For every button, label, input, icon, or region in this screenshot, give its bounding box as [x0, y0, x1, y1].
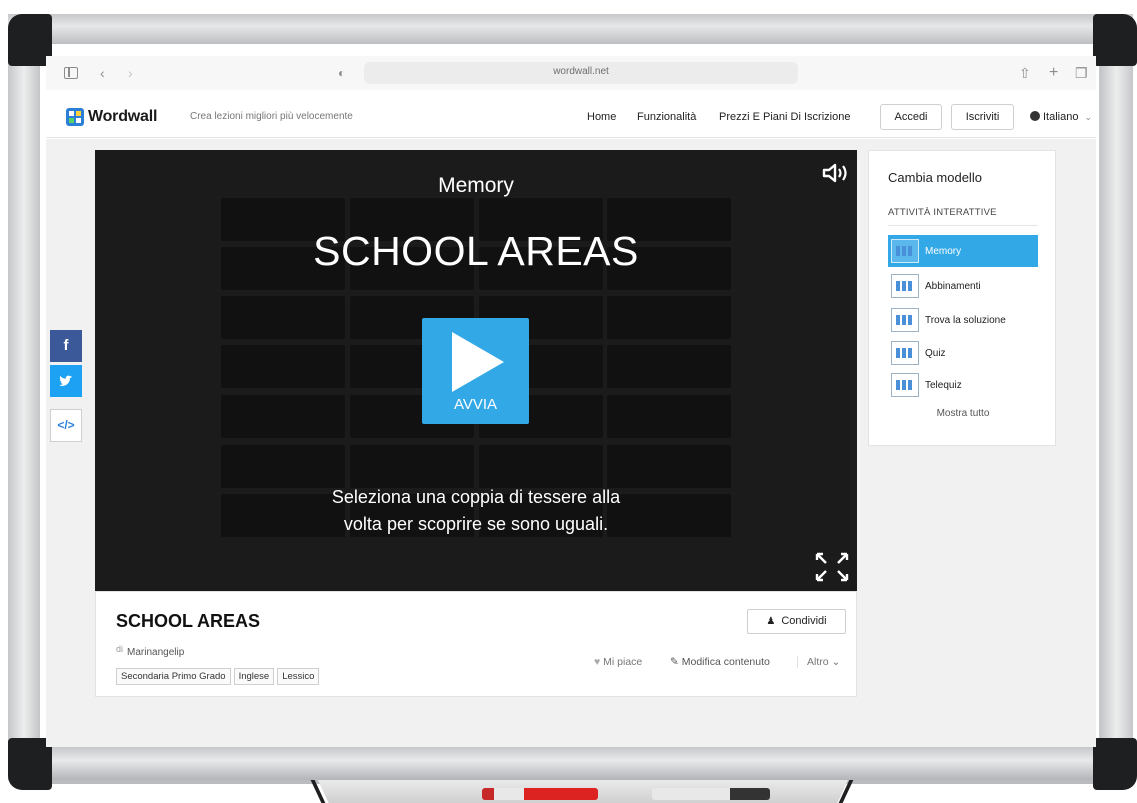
- find-match-template-icon: [891, 308, 919, 332]
- url-text: wordwall.net: [553, 66, 609, 77]
- activity-title: SCHOOL AREAS: [116, 611, 261, 631]
- author-link[interactable]: Marinangelip: [127, 647, 184, 658]
- frame-rail-right: [1100, 40, 1133, 746]
- tag-level[interactable]: Secondaria Primo Grado: [116, 668, 231, 685]
- start-button[interactable]: AVVIA: [422, 318, 529, 424]
- sidebar-toggle-icon[interactable]: [64, 67, 78, 79]
- language-label: Italiano: [1043, 111, 1079, 123]
- edit-content-button[interactable]: ✎ Modifica contenuto: [670, 656, 770, 668]
- instructions-line: volta per scoprire se sono uguali.: [343, 514, 609, 534]
- panel-subtitle: ATTIVITÀ INTERATTIVE: [888, 207, 997, 218]
- more-label: Altro: [807, 656, 829, 668]
- frame-rail-bottom: [8, 744, 1133, 780]
- memory-tile: [607, 345, 731, 388]
- share-icon[interactable]: ⇧: [1019, 63, 1031, 83]
- memory-tile: [607, 296, 731, 339]
- address-bar[interactable]: wordwall.net ↻: [364, 62, 798, 84]
- nav-features[interactable]: Funzionalità: [637, 111, 696, 123]
- embed-button[interactable]: </>: [50, 409, 82, 442]
- like-label: Mi piace: [603, 656, 643, 668]
- memory-tile: [221, 345, 345, 388]
- nav-pricing[interactable]: Prezzi E Piani Di Iscrizione: [719, 111, 850, 123]
- author-line: di Marinangelip: [116, 644, 184, 658]
- memory-tile: [607, 445, 731, 488]
- pencil-icon: ✎: [670, 656, 679, 668]
- tag-topic[interactable]: Lessico: [277, 668, 320, 685]
- start-label: AVVIA: [453, 396, 498, 413]
- wordwall-logo[interactable]: Wordwall: [66, 108, 157, 126]
- signup-button[interactable]: Iscriviti: [951, 104, 1014, 130]
- chevron-down-icon: ⌄: [1084, 112, 1093, 122]
- login-button[interactable]: Accedi: [880, 104, 942, 130]
- gameshow-template-icon: [891, 373, 919, 397]
- globe-icon: [1030, 111, 1040, 121]
- forward-icon[interactable]: ›: [128, 63, 133, 83]
- facebook-share-button[interactable]: f: [50, 330, 82, 362]
- tabs-overview-icon[interactable]: ❐: [1075, 63, 1088, 83]
- heart-icon: ♥: [594, 656, 601, 668]
- author-prefix: di: [116, 644, 124, 654]
- template-quiz[interactable]: Quiz: [888, 337, 1038, 369]
- red-marker: [482, 788, 598, 800]
- nav-home[interactable]: Home: [587, 111, 616, 123]
- template-label: Telequiz: [925, 379, 962, 391]
- language-selector[interactable]: Italiano ⌄: [1030, 111, 1092, 123]
- black-marker: [652, 788, 770, 800]
- whiteboard-photo: ‹ › ◐ wordwall.net ↻ ⇧ + ❐ Wordwall Crea…: [0, 0, 1137, 803]
- tag-list: Secondaria Primo Grado Inglese Lessico: [116, 668, 320, 685]
- facebook-icon: f: [63, 337, 69, 354]
- instructions-line: Seleziona una coppia di tessere alla: [331, 487, 621, 507]
- panel-title: Cambia modello: [888, 170, 982, 185]
- template-memory[interactable]: Memory: [888, 235, 1038, 267]
- fullscreen-icon[interactable]: [815, 552, 849, 582]
- like-button[interactable]: ♥ Mi piace: [594, 656, 642, 668]
- twitter-bird-icon: [59, 375, 72, 386]
- more-menu[interactable]: Altro ⌄: [797, 656, 840, 668]
- memory-tile: [221, 395, 345, 438]
- memory-tile: [221, 445, 345, 488]
- chevron-down-icon: ⌄: [831, 656, 841, 668]
- frame-corner: [1093, 738, 1137, 790]
- change-template-panel: Cambia modello ATTIVITÀ INTERATTIVE Memo…: [868, 150, 1056, 446]
- frame-rail-top: [8, 14, 1133, 44]
- quiz-template-icon: [891, 341, 919, 365]
- frame-rail-left: [8, 40, 40, 746]
- game-player[interactable]: Memory SCHOOL AREAS AVVIA Seleziona una …: [95, 150, 857, 591]
- tag-subject[interactable]: Inglese: [233, 668, 275, 685]
- game-title: SCHOOL AREAS: [313, 228, 639, 274]
- play-icon: [452, 332, 504, 392]
- memory-tile: [607, 395, 731, 438]
- template-label: Trova la soluzione: [925, 314, 1006, 326]
- memory-tile: [221, 296, 345, 339]
- template-find-the-match[interactable]: Trova la soluzione: [888, 304, 1038, 336]
- back-icon[interactable]: ‹: [100, 63, 105, 83]
- frame-corner: [1093, 14, 1137, 66]
- template-gameshow-quiz[interactable]: Telequiz: [888, 369, 1038, 401]
- share-button[interactable]: ♟ Condividi: [747, 609, 846, 634]
- template-label: Abbinamenti: [925, 280, 981, 292]
- game-instructions: Seleziona una coppia di tessere alla vol…: [95, 484, 857, 538]
- sound-icon[interactable]: [822, 162, 850, 184]
- privacy-shield-icon[interactable]: ◐: [338, 63, 345, 83]
- share-label: Condividi: [781, 615, 827, 627]
- memory-tile: [479, 445, 603, 488]
- template-match-up[interactable]: Abbinamenti: [888, 270, 1038, 302]
- template-label: Quiz: [925, 347, 946, 359]
- new-tab-icon[interactable]: +: [1049, 63, 1058, 83]
- template-label: Memory: [925, 245, 962, 257]
- activity-info-card: SCHOOL AREAS di Marinangelip Secondaria P…: [95, 591, 857, 697]
- memory-tile: [350, 445, 474, 488]
- match-up-template-icon: [891, 274, 919, 298]
- game-type-label: Memory: [438, 174, 514, 197]
- tagline: Crea lezioni migliori più velocemente: [190, 111, 353, 122]
- edit-label: Modifica contenuto: [681, 656, 770, 668]
- user-share-icon: ♟: [766, 616, 776, 627]
- embed-code-icon: </>: [57, 418, 75, 432]
- show-all-link[interactable]: Mostra tutto: [869, 408, 1057, 419]
- logo-text: Wordwall: [88, 108, 158, 125]
- memory-template-icon: [891, 239, 919, 263]
- divider: [888, 225, 1038, 226]
- wordwall-logo-icon: [66, 108, 84, 126]
- twitter-share-button[interactable]: [50, 365, 82, 397]
